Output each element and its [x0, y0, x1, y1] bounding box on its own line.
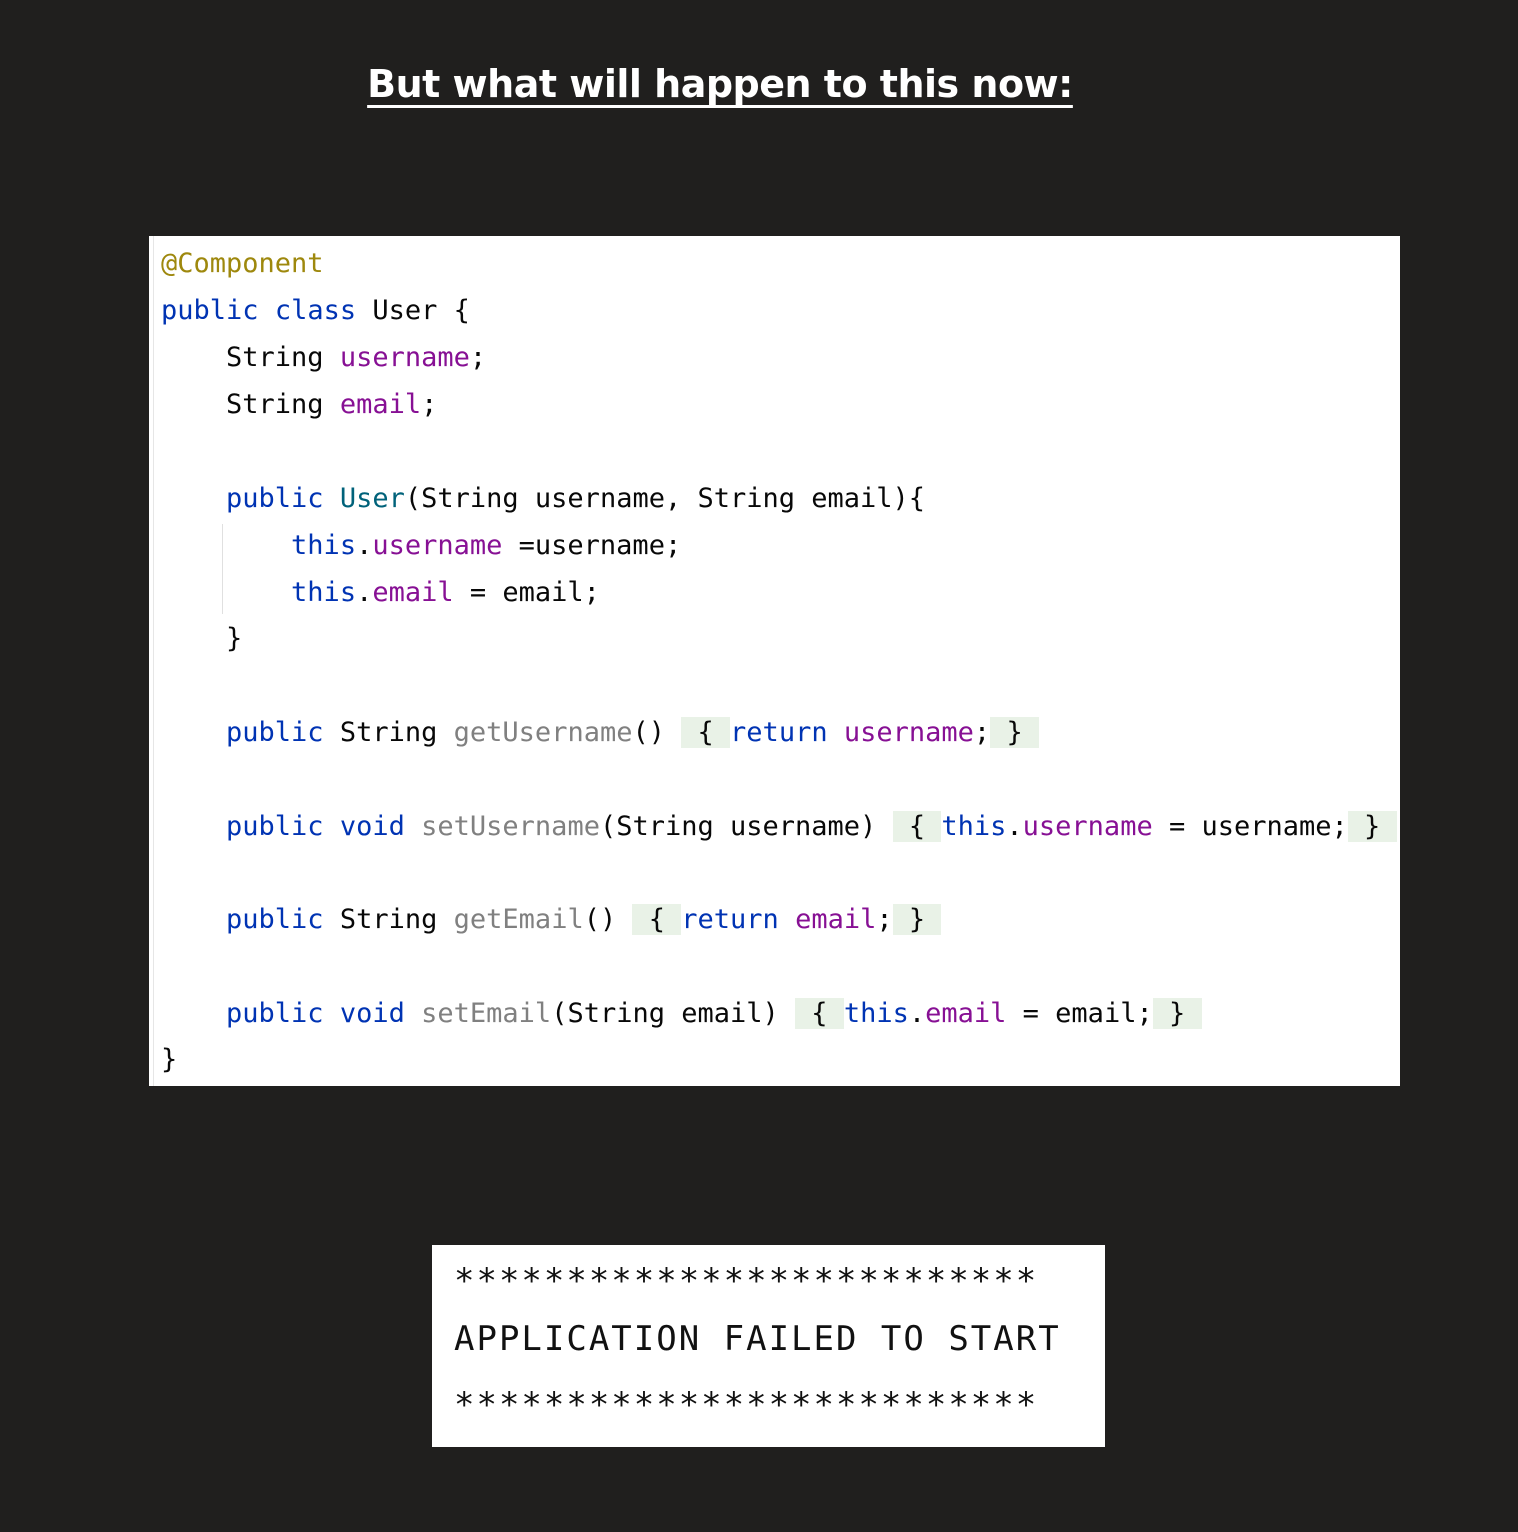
folded-close-brace[interactable]: } — [990, 717, 1039, 748]
method-parens: () — [632, 717, 665, 748]
field-ref: email — [925, 998, 1007, 1029]
close-brace: } — [226, 623, 243, 654]
semicolon: ; — [973, 717, 991, 748]
field-ref: email — [795, 904, 877, 935]
method-params: (String username) — [599, 811, 877, 842]
code-line-set-email: public void setEmail(String email) { thi… — [161, 992, 1202, 1036]
folded-open-brace[interactable]: { — [632, 904, 682, 935]
keyword-void: void — [339, 998, 405, 1029]
code-line-constructor: public User(String username, String emai… — [161, 477, 925, 521]
code-panel: @Component public class User { String us… — [149, 236, 1400, 1086]
dot: . — [908, 998, 926, 1029]
code-line-constructor-close: } — [161, 617, 242, 661]
class-name: User — [372, 295, 438, 326]
constructor-name: User — [339, 483, 405, 514]
keyword-this: this — [843, 998, 909, 1029]
annotation-token: @Component — [161, 248, 324, 279]
code-line-field-email: String email; — [161, 383, 437, 427]
method-params: (String email) — [551, 998, 779, 1029]
field-ref: username — [372, 530, 503, 561]
code-line-assign-email: this.email = email; — [161, 571, 600, 615]
keyword-public: public — [226, 717, 324, 748]
assignment-rest: = username; — [1152, 811, 1348, 842]
keyword-public: public — [226, 811, 324, 842]
open-brace: { — [453, 295, 470, 326]
method-parens: () — [583, 904, 617, 935]
keyword-this: this — [291, 577, 357, 608]
return-type: String — [339, 717, 438, 748]
keyword-return: return — [681, 904, 779, 935]
method-name: setUsername — [421, 811, 600, 842]
dot: . — [356, 577, 373, 608]
close-brace: } — [161, 1044, 178, 1075]
field-type: String — [226, 342, 324, 373]
code-line-set-username: public void setUsername(String username)… — [161, 805, 1397, 849]
keyword-public: public — [226, 904, 324, 935]
method-name: getUsername — [453, 717, 633, 748]
keyword-this: this — [941, 811, 1007, 842]
code-line-field-username: String username; — [161, 336, 486, 380]
folded-open-brace[interactable]: { — [892, 811, 942, 842]
field-name: email — [339, 389, 422, 420]
method-name: getEmail — [453, 904, 584, 935]
folded-open-brace[interactable]: { — [681, 717, 731, 748]
keyword-this: this — [291, 530, 357, 561]
keyword-return: return — [730, 717, 828, 748]
slide-heading: But what will happen to this now: — [367, 62, 1073, 106]
semicolon: ; — [876, 904, 893, 935]
keyword-public: public — [161, 295, 259, 326]
error-stars-top: ************************** — [454, 1261, 1039, 1301]
field-ref: username — [1022, 811, 1153, 842]
folded-open-brace[interactable]: { — [795, 998, 844, 1029]
field-name: username — [339, 342, 470, 373]
constructor-params: (String username, String email){ — [404, 483, 926, 514]
semicolon: ; — [421, 389, 438, 420]
keyword-public: public — [226, 483, 324, 514]
code-line-assign-username: this.username =username; — [161, 524, 681, 568]
error-stars-bottom: ************************** — [454, 1385, 1039, 1425]
field-ref: username — [843, 717, 974, 748]
folded-close-brace[interactable]: } — [892, 904, 942, 935]
code-line-class-declaration: public class User { — [161, 289, 470, 333]
field-type: String — [226, 389, 324, 420]
code-line-annotation: @Component — [161, 242, 324, 286]
assignment-rest: =username; — [502, 530, 682, 561]
folded-close-brace[interactable]: } — [1152, 998, 1202, 1029]
slide: But what will happen to this now: @Compo… — [0, 0, 1518, 1532]
keyword-public: public — [226, 998, 324, 1029]
assignment-rest: = email; — [453, 577, 600, 608]
code-line-get-email: public String getEmail() { return email;… — [161, 898, 942, 942]
assignment-rest: = email; — [1006, 998, 1153, 1029]
dot: . — [356, 530, 373, 561]
dot: . — [1006, 811, 1023, 842]
method-name: setEmail — [421, 998, 552, 1029]
semicolon: ; — [469, 342, 487, 373]
keyword-class: class — [274, 295, 357, 326]
field-ref: email — [372, 577, 454, 608]
folded-close-brace[interactable]: } — [1347, 811, 1397, 842]
code-line-get-username: public String getUsername() { return use… — [161, 711, 1039, 755]
keyword-void: void — [339, 811, 405, 842]
error-box: ************************** APPLICATION F… — [432, 1245, 1105, 1447]
return-type: String — [339, 904, 438, 935]
error-message: APPLICATION FAILED TO START — [454, 1319, 1061, 1359]
code-line-class-close: } — [161, 1038, 177, 1082]
